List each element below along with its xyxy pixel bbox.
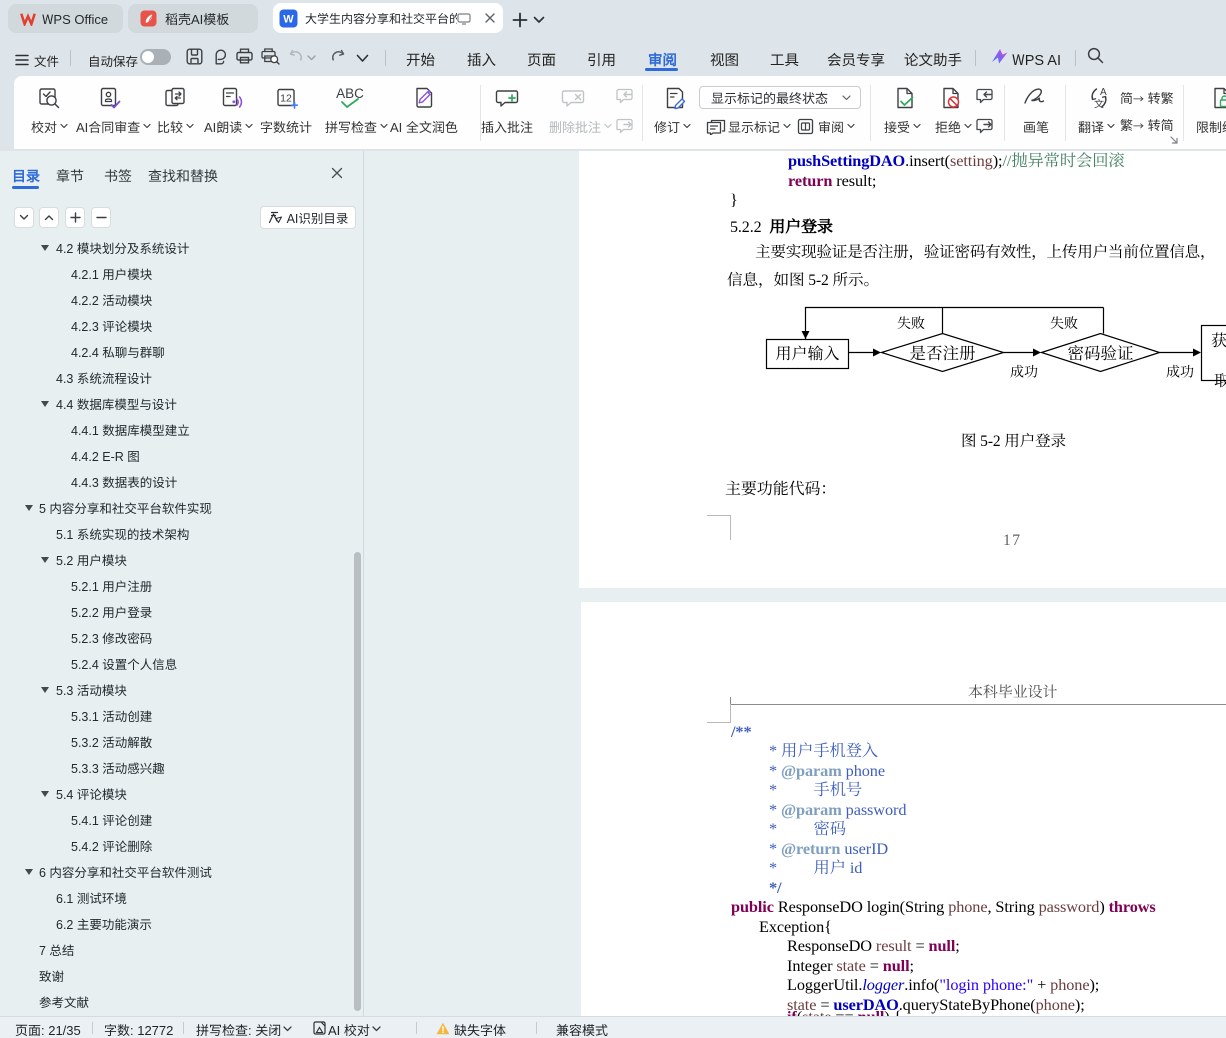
svg-text:失败: 失败	[1050, 313, 1078, 333]
svg-text:W: W	[283, 13, 294, 25]
svg-text:用户输入: 用户输入	[775, 341, 839, 364]
svg-text:成功: 成功	[1010, 362, 1038, 382]
svg-text:失败: 失败	[897, 313, 925, 333]
svg-text:A: A	[1100, 87, 1107, 98]
svg-text:取: 取	[1214, 368, 1226, 391]
svg-text:是否注册: 是否注册	[910, 340, 977, 364]
svg-text:12: 12	[280, 93, 292, 105]
svg-text:密码验证: 密码验证	[1068, 340, 1134, 364]
svg-text:成功: 成功	[1166, 362, 1194, 382]
svg-text:ABC: ABC	[336, 86, 364, 101]
svg-text:获取: 获取	[1211, 328, 1226, 351]
